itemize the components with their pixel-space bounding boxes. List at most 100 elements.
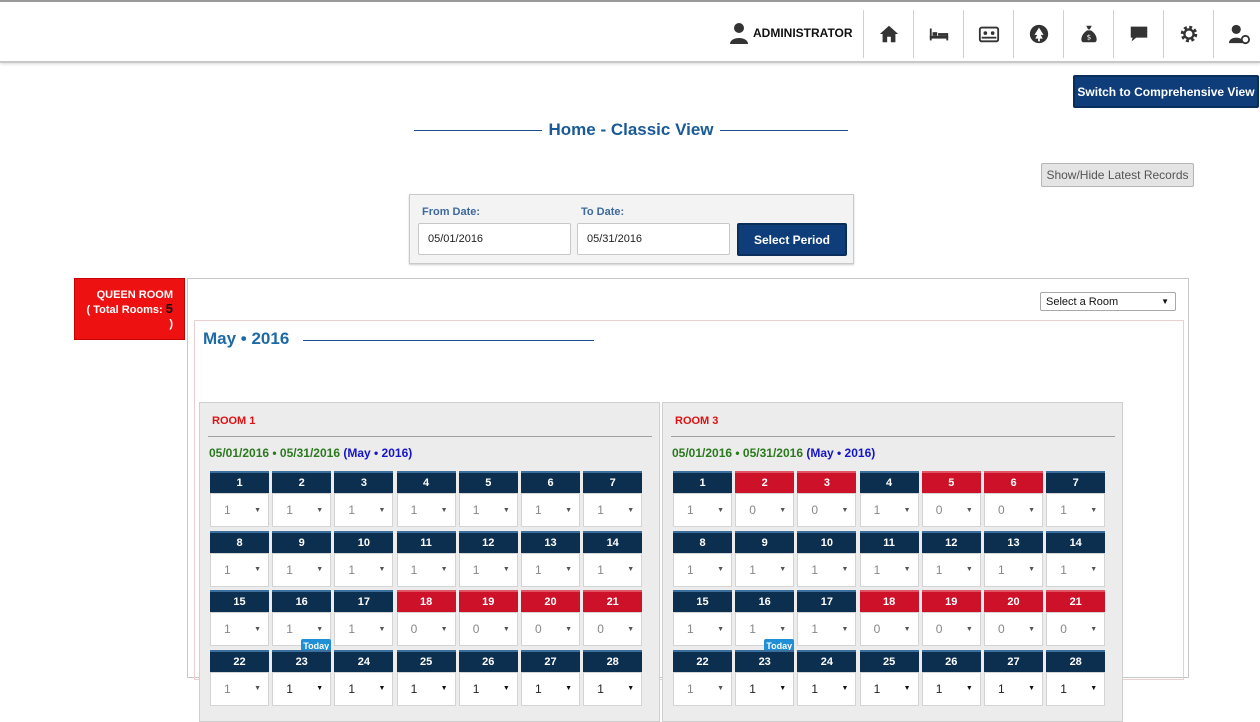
availability-select[interactable]: 1 ▼ bbox=[272, 493, 332, 527]
availability-select[interactable]: 1 ▼ bbox=[272, 671, 332, 706]
show-hide-records-button[interactable]: Show/Hide Latest Records bbox=[1041, 163, 1194, 187]
availability-select[interactable]: 1 ▼ bbox=[1046, 493, 1106, 527]
room-card: ROOM 1 05/01/2016 • 05/31/2016 (May • 201… bbox=[199, 402, 660, 722]
chevron-down-icon: ▼ bbox=[717, 566, 724, 574]
chevron-down-icon: ▼ bbox=[254, 625, 261, 633]
availability-select[interactable]: 1 ▼ bbox=[859, 493, 919, 527]
availability-select[interactable]: 0 ▼ bbox=[521, 612, 580, 647]
availability-select[interactable]: 1 ▼ bbox=[984, 671, 1043, 706]
availability-select[interactable]: 0 ▼ bbox=[984, 612, 1043, 647]
availability-select[interactable]: 1 ▼ bbox=[859, 552, 919, 587]
day-cell: 23 1 ▼ bbox=[272, 649, 332, 706]
availability-select[interactable]: 0 ▼ bbox=[458, 612, 518, 647]
chevron-down-icon: ▼ bbox=[965, 506, 973, 514]
period-selector: From Date: 05/01/2016 To Date: 05/31/201… bbox=[409, 194, 854, 264]
availability-select[interactable]: 1 ▼ bbox=[921, 552, 981, 587]
chevron-down-icon: ▼ bbox=[903, 625, 911, 633]
availability-select[interactable]: 1 ▼ bbox=[797, 552, 857, 587]
availability-select[interactable]: 1 ▼ bbox=[797, 612, 857, 647]
room-type-badge[interactable]: QUEEN ROOM ( Total Rooms: 5 ) bbox=[74, 278, 185, 340]
availability-select[interactable]: 1 ▼ bbox=[735, 671, 795, 706]
day-number: 27 bbox=[984, 649, 1043, 672]
availability-value: 1 bbox=[811, 622, 819, 637]
availability-select[interactable]: 1 ▼ bbox=[210, 552, 269, 587]
availability-value: 1 bbox=[410, 562, 418, 577]
availability-select[interactable]: 0 ▼ bbox=[396, 612, 456, 647]
availability-select[interactable]: 1 ▼ bbox=[583, 671, 643, 706]
day-cell: 16 1 ▼ Today bbox=[735, 590, 795, 653]
availability-select[interactable]: 0 ▼ bbox=[921, 493, 981, 527]
availability-select[interactable]: 1 ▼ bbox=[210, 671, 269, 706]
availability-select[interactable]: 1 ▼ bbox=[272, 552, 332, 587]
availability-select[interactable]: 1 ▼ bbox=[1046, 552, 1106, 587]
availability-select[interactable]: 0 ▼ bbox=[797, 493, 857, 527]
day-number: 19 bbox=[921, 590, 981, 613]
nav-finance[interactable]: $ bbox=[1063, 10, 1113, 58]
room-select[interactable]: Select a Room ▼ bbox=[1040, 292, 1176, 311]
chevron-down-icon: ▼ bbox=[316, 685, 324, 693]
availability-select[interactable]: 1 ▼ bbox=[334, 493, 394, 527]
availability-select[interactable]: 1 ▼ bbox=[334, 671, 394, 706]
availability-select[interactable]: 1 ▼ bbox=[458, 671, 518, 706]
availability-select[interactable]: 0 ▼ bbox=[1046, 612, 1106, 647]
chevron-down-icon: ▼ bbox=[779, 506, 787, 514]
day-number: 9 bbox=[272, 530, 332, 553]
availability-select[interactable]: 1 ▼ bbox=[735, 552, 795, 587]
availability-select[interactable]: 1 ▼ bbox=[984, 552, 1043, 587]
availability-select[interactable]: 1 ▼ bbox=[673, 612, 732, 647]
user-menu[interactable]: ADMINISTRATOR bbox=[729, 21, 853, 45]
availability-select[interactable]: 0 ▼ bbox=[583, 612, 643, 647]
availability-select[interactable]: 1 ▼ bbox=[334, 552, 394, 587]
nav-tree[interactable] bbox=[1013, 10, 1063, 58]
availability-select[interactable]: 1 ▼ bbox=[521, 671, 580, 706]
chevron-down-icon: ▼ bbox=[1161, 297, 1169, 306]
availability-select[interactable]: 0 ▼ bbox=[859, 612, 919, 647]
main-nav: $ bbox=[863, 10, 1260, 58]
availability-select[interactable]: 1 ▼ bbox=[210, 612, 269, 647]
chevron-down-icon: ▼ bbox=[565, 685, 572, 693]
to-date-field[interactable]: 05/31/2016 bbox=[577, 223, 730, 255]
chevron-down-icon: ▼ bbox=[440, 566, 448, 574]
availability-value: 1 bbox=[224, 562, 231, 577]
availability-value: 0 bbox=[749, 503, 756, 517]
availability-select[interactable]: 1 ▼ bbox=[396, 552, 456, 587]
room-name[interactable]: ROOM 1 bbox=[212, 415, 255, 427]
availability-select[interactable]: 1 ▼ bbox=[396, 671, 456, 706]
from-date-field[interactable]: 05/01/2016 bbox=[418, 223, 571, 255]
availability-select[interactable]: 1 ▼ bbox=[458, 493, 518, 527]
availability-select[interactable]: 1 ▼ bbox=[210, 493, 269, 527]
day-cell: 7 1 ▼ bbox=[583, 471, 643, 527]
availability-select[interactable]: 1 ▼ bbox=[521, 493, 580, 527]
availability-select[interactable]: 0 ▼ bbox=[921, 612, 981, 647]
chevron-down-icon: ▼ bbox=[965, 625, 973, 633]
availability-select[interactable]: 1 ▼ bbox=[673, 493, 732, 527]
month-title: May • 2016 bbox=[203, 329, 290, 348]
nav-settings[interactable] bbox=[1163, 10, 1213, 58]
select-period-button[interactable]: Select Period bbox=[737, 223, 847, 256]
availability-select[interactable]: 1 ▼ bbox=[859, 671, 919, 706]
availability-select[interactable]: 1 ▼ bbox=[1046, 671, 1106, 706]
availability-select[interactable]: 1 ▼ bbox=[396, 493, 456, 527]
day-number: 15 bbox=[210, 590, 269, 613]
nav-messages[interactable] bbox=[1113, 10, 1163, 58]
availability-select[interactable]: 0 ▼ bbox=[984, 493, 1043, 527]
availability-select[interactable]: 1 ▼ bbox=[583, 552, 643, 587]
nav-home[interactable] bbox=[863, 10, 913, 58]
availability-select[interactable]: 1 ▼ bbox=[334, 612, 394, 647]
day-number: 7 bbox=[1046, 471, 1106, 493]
availability-select[interactable]: 1 ▼ bbox=[458, 552, 518, 587]
nav-rooms[interactable] bbox=[913, 10, 963, 58]
nav-user-settings[interactable] bbox=[1213, 10, 1260, 58]
availability-select[interactable]: 1 ▼ bbox=[521, 552, 580, 587]
room-name[interactable]: ROOM 3 bbox=[675, 415, 718, 427]
availability-select[interactable]: 1 ▼ bbox=[797, 671, 857, 706]
chevron-down-icon: ▼ bbox=[1028, 506, 1035, 514]
switch-view-button[interactable]: Switch to Comprehensive View bbox=[1073, 75, 1259, 108]
availability-select[interactable]: 1 ▼ bbox=[921, 671, 981, 706]
availability-select[interactable]: 1 ▼ bbox=[673, 671, 732, 706]
availability-select[interactable]: 1 ▼ bbox=[673, 552, 732, 587]
availability-select[interactable]: 0 ▼ bbox=[735, 493, 795, 527]
nav-reception[interactable] bbox=[963, 10, 1013, 58]
day-cell: 13 1 ▼ bbox=[984, 530, 1043, 587]
availability-select[interactable]: 1 ▼ bbox=[583, 493, 643, 527]
